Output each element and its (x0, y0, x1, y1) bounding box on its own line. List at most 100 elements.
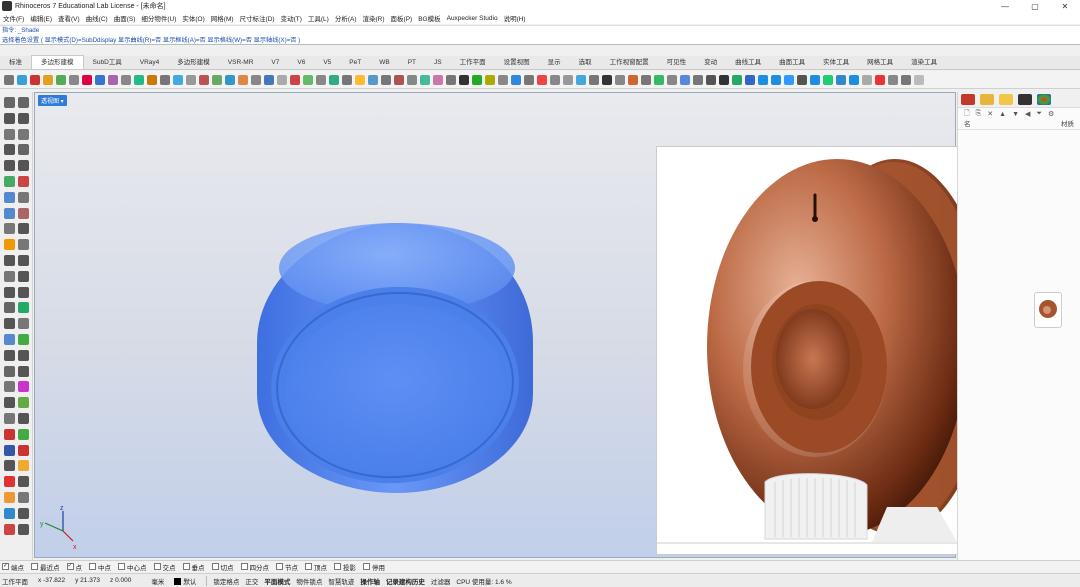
toolbar-tool-icon[interactable] (173, 74, 183, 85)
osnap-item[interactable]: 中点 (89, 562, 111, 572)
toolbar-tool-icon[interactable] (420, 74, 430, 85)
panel-tool-icon[interactable]: ◀ (1025, 110, 1030, 118)
status-toggle-button[interactable]: 记录建构历史 (386, 576, 425, 586)
left-tool-icon[interactable] (4, 112, 15, 124)
left-tool-icon[interactable] (18, 128, 29, 140)
osnap-item[interactable]: 切点 (211, 562, 234, 572)
tab-6[interactable]: V7 (262, 57, 288, 69)
display-tab-icon[interactable] (999, 94, 1013, 105)
osnap-item[interactable]: ✓ 点 (66, 562, 82, 572)
status-toggle-button[interactable]: 操作轴 (360, 576, 380, 586)
status-toggle-button[interactable]: 物件锁点 (296, 576, 322, 586)
left-tool-icon[interactable] (18, 381, 29, 393)
toolbar-tool-icon[interactable] (758, 74, 768, 85)
toolbar-tool-icon[interactable] (134, 74, 144, 85)
left-tool-icon[interactable] (18, 286, 29, 298)
3d-model-cap[interactable] (257, 223, 533, 493)
toolbar-tool-icon[interactable] (30, 74, 40, 85)
osnap-checkbox[interactable] (276, 563, 283, 570)
osnap-checkbox[interactable] (118, 563, 125, 570)
menu-analyze[interactable]: 分析(A) (335, 13, 357, 23)
status-layer[interactable]: 默认 (174, 576, 196, 586)
osnap-checkbox[interactable] (31, 563, 38, 570)
toolbar-tool-icon[interactable] (199, 74, 209, 85)
toolbar-tool-icon[interactable] (797, 74, 807, 85)
toolbar-tool-icon[interactable] (901, 74, 911, 85)
tab-23[interactable]: 网格工具 (858, 57, 902, 69)
panel-tool-icon[interactable]: ▼ (1012, 111, 1019, 118)
osnap-checkbox[interactable] (240, 563, 248, 570)
tab-15[interactable]: 显示 (539, 57, 570, 69)
menu-curve[interactable]: 曲线(C) (86, 13, 108, 23)
toolbar-tool-icon[interactable] (277, 74, 287, 85)
left-tool-icon[interactable] (4, 460, 15, 472)
menu-transform[interactable]: 变动(T) (281, 13, 302, 23)
left-tool-icon[interactable] (18, 160, 29, 172)
menu-view[interactable]: 查看(V) (58, 13, 80, 23)
menu-subd[interactable]: 细分物件(U) (141, 13, 176, 23)
left-tool-icon[interactable] (4, 286, 15, 298)
toolbar-tool-icon[interactable] (225, 74, 235, 85)
toolbar-tool-icon[interactable] (147, 74, 157, 85)
status-units[interactable]: 毫米 (151, 576, 164, 586)
properties-tab-icon[interactable] (961, 94, 975, 105)
left-tool-icon[interactable] (4, 413, 15, 424)
toolbar-tool-icon[interactable] (784, 74, 794, 85)
tab-21[interactable]: 曲面工具 (770, 57, 814, 69)
toolbar-tool-icon[interactable] (771, 74, 781, 85)
toolbar-tool-icon[interactable] (446, 74, 456, 85)
toolbar-tool-icon[interactable] (485, 74, 495, 85)
toolbar-tool-icon[interactable] (212, 74, 222, 85)
toolbar-tool-icon[interactable] (862, 74, 872, 85)
left-tool-icon[interactable] (4, 492, 15, 503)
osnap-item[interactable]: 顶点 (305, 562, 327, 572)
left-tool-icon[interactable] (4, 318, 15, 330)
toolbar-tool-icon[interactable] (563, 74, 573, 85)
osnap-checkbox[interactable] (363, 563, 370, 570)
toolbar-tool-icon[interactable] (17, 74, 27, 85)
toolbar-tool-icon[interactable] (615, 74, 625, 85)
left-tool-icon[interactable] (18, 207, 29, 219)
toolbar-tool-icon[interactable] (810, 74, 820, 85)
tab-0[interactable]: 标准 (0, 57, 31, 69)
toolbar-tool-icon[interactable] (836, 74, 846, 85)
toolbar-tool-icon[interactable] (264, 74, 274, 85)
status-toggle-button[interactable]: CPU 使用量: 1.6 % (456, 576, 511, 586)
status-toggle-button[interactable]: 锁定格点 (213, 576, 239, 586)
left-tool-icon[interactable] (4, 444, 15, 456)
left-tool-icon[interactable] (18, 302, 29, 314)
maximize-button[interactable]: ▢ (1020, 2, 1050, 11)
toolbar-tool-icon[interactable] (56, 74, 66, 85)
toolbar-tool-icon[interactable] (602, 74, 612, 85)
toolbar-tool-icon[interactable] (537, 74, 547, 85)
toolbar-tool-icon[interactable] (316, 74, 326, 85)
toolbar-tool-icon[interactable] (667, 74, 677, 85)
left-tool-icon[interactable] (4, 507, 15, 519)
toolbar-tool-icon[interactable] (472, 74, 482, 85)
left-tool-icon[interactable] (18, 239, 29, 251)
toolbar-tool-icon[interactable] (823, 74, 833, 85)
osnap-checkbox[interactable] (89, 563, 96, 570)
tab-11[interactable]: PT (399, 57, 425, 69)
tab-13[interactable]: 工作平面 (451, 57, 495, 69)
left-tool-icon[interactable] (18, 223, 29, 235)
toolbar-tool-icon[interactable] (121, 74, 131, 85)
tab-12[interactable]: JS (425, 57, 451, 69)
menu-edit[interactable]: 编辑(E) (30, 13, 52, 23)
left-tool-icon[interactable] (4, 128, 15, 140)
status-toggle-button[interactable]: 过滤器 (431, 576, 451, 586)
toolbar-tool-icon[interactable] (4, 74, 14, 85)
panel-tool-icon[interactable]: ⏷ (1036, 110, 1042, 118)
toolbar-tool-icon[interactable] (888, 74, 898, 85)
tab-1[interactable]: 多边形建模 (31, 55, 84, 69)
left-tool-icon[interactable] (4, 302, 15, 314)
tab-10[interactable]: WB (370, 57, 398, 69)
tab-4[interactable]: 多边形建模 (168, 57, 219, 69)
command-history[interactable]: 指令: _Shade 选择着色设置 ( 显示模式(D)=SubDdisplay … (0, 25, 1080, 45)
left-tool-icon[interactable] (18, 365, 29, 377)
toolbar-tool-icon[interactable] (628, 74, 638, 85)
status-toggle-button[interactable]: 智慧轨迹 (328, 576, 354, 586)
panel-tool-icon[interactable]: ⎘ (976, 110, 982, 118)
left-tool-icon[interactable] (18, 144, 29, 156)
left-tool-icon[interactable] (18, 476, 29, 488)
